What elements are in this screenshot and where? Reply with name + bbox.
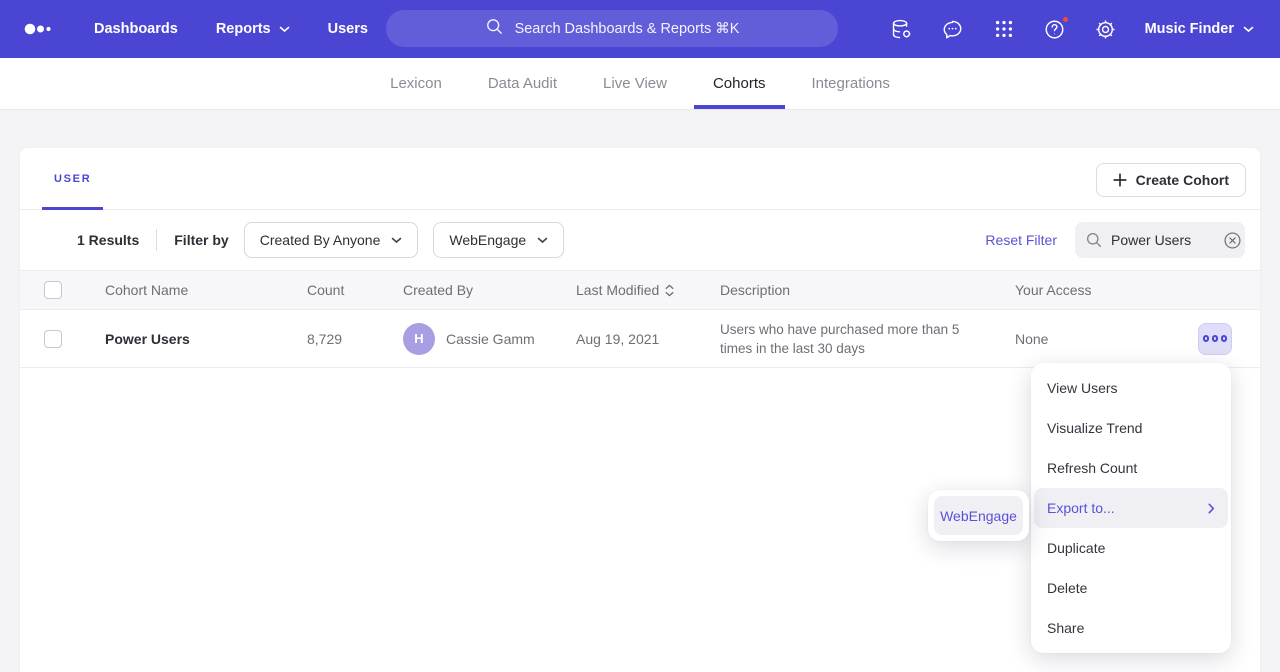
create-cohort-button[interactable]: Create Cohort xyxy=(1096,163,1246,197)
col-your-access: Your Access xyxy=(1015,282,1135,298)
apps-grid-icon[interactable] xyxy=(992,17,1016,41)
sort-icon xyxy=(665,284,674,297)
created-by-filter-dropdown[interactable]: Created By Anyone xyxy=(244,222,419,258)
settings-gear-icon[interactable] xyxy=(1094,17,1118,41)
tab-cohorts[interactable]: Cohorts xyxy=(710,58,769,109)
nav-item-reports-label: Reports xyxy=(216,21,271,37)
submenu-item-webengage[interactable]: WebEngage xyxy=(934,496,1023,535)
col-description: Description xyxy=(720,282,1015,298)
export-to-label: Export to... xyxy=(1047,500,1115,516)
chevron-down-icon xyxy=(391,237,402,244)
table-row[interactable]: Power Users 8,729 H Cassie Gamm Aug 19, … xyxy=(20,310,1260,368)
clear-search-icon[interactable] xyxy=(1223,231,1242,250)
results-count: 1 Results xyxy=(77,232,139,248)
tab-integrations[interactable]: Integrations xyxy=(809,58,893,109)
row-checkbox[interactable] xyxy=(44,330,62,348)
menu-item-view-users[interactable]: View Users xyxy=(1031,368,1231,408)
global-search-bar[interactable]: Search Dashboards & Reports ⌘K xyxy=(386,10,838,47)
create-cohort-label: Create Cohort xyxy=(1136,172,1229,188)
filter-by-label: Filter by xyxy=(174,232,228,248)
export-submenu: WebEngage xyxy=(928,490,1029,541)
chevron-down-icon xyxy=(279,21,290,37)
plus-icon xyxy=(1113,173,1127,187)
count-cell: 8,729 xyxy=(307,331,403,347)
row-actions-kebab-icon[interactable] xyxy=(1198,323,1232,355)
last-modified-cell: Aug 19, 2021 xyxy=(576,331,720,347)
table-header-row: Cohort Name Count Created By Last Modifi… xyxy=(20,270,1260,310)
menu-item-visualize-trend[interactable]: Visualize Trend xyxy=(1031,408,1231,448)
tab-user-cohorts[interactable]: USER xyxy=(42,148,103,210)
notification-badge xyxy=(1061,15,1070,24)
col-last-modified[interactable]: Last Modified xyxy=(576,282,720,298)
search-icon xyxy=(1085,231,1103,249)
nav-item-users[interactable]: Users xyxy=(328,21,368,37)
reset-filter-link[interactable]: Reset Filter xyxy=(985,232,1057,248)
tab-live-view[interactable]: Live View xyxy=(600,58,670,109)
section-tabbar: Lexicon Data Audit Live View Cohorts Int… xyxy=(0,58,1280,110)
your-access-cell: None xyxy=(1015,331,1135,347)
source-filter-value: WebEngage xyxy=(449,232,526,248)
col-cohort-name: Cohort Name xyxy=(105,282,307,298)
cohort-search-input[interactable] xyxy=(1111,232,1215,248)
tab-lexicon[interactable]: Lexicon xyxy=(387,58,445,109)
col-created-by: Created By xyxy=(403,282,576,298)
panel-header: USER Create Cohort xyxy=(20,148,1260,210)
menu-item-refresh-count[interactable]: Refresh Count xyxy=(1031,448,1231,488)
created-by-filter-value: Created By Anyone xyxy=(260,232,381,248)
chevron-down-icon xyxy=(537,237,548,244)
menu-item-duplicate[interactable]: Duplicate xyxy=(1031,528,1231,568)
creator-name: Cassie Gamm xyxy=(446,331,535,347)
divider xyxy=(156,229,157,251)
description-cell: Users who have purchased more than 5 tim… xyxy=(720,320,1015,358)
cohort-name-cell: Power Users xyxy=(105,331,307,347)
filter-bar: 1 Results Filter by Created By Anyone We… xyxy=(20,210,1260,270)
chevron-down-icon xyxy=(1243,21,1254,37)
col-last-modified-label: Last Modified xyxy=(576,282,659,298)
created-by-cell: H Cassie Gamm xyxy=(403,323,576,355)
select-all-checkbox[interactable] xyxy=(44,281,62,299)
messages-icon[interactable] xyxy=(941,17,965,41)
top-nav: Dashboards Reports Users Search Dashboar… xyxy=(0,0,1280,58)
cohort-search-box xyxy=(1075,222,1245,258)
help-icon[interactable] xyxy=(1043,17,1067,41)
menu-item-delete[interactable]: Delete xyxy=(1031,568,1231,608)
nav-item-reports[interactable]: Reports xyxy=(216,21,290,37)
nav-item-dashboards[interactable]: Dashboards xyxy=(94,21,178,37)
mixpanel-logo-icon[interactable] xyxy=(24,22,60,36)
tab-data-audit[interactable]: Data Audit xyxy=(485,58,560,109)
source-filter-dropdown[interactable]: WebEngage xyxy=(433,222,564,258)
chevron-right-icon xyxy=(1208,503,1215,514)
row-actions-menu: View Users Visualize Trend Refresh Count… xyxy=(1031,363,1231,653)
menu-item-export-to[interactable]: Export to... xyxy=(1034,488,1228,528)
data-management-icon[interactable] xyxy=(890,17,914,41)
menu-item-share[interactable]: Share xyxy=(1031,608,1231,648)
avatar: H xyxy=(403,323,435,355)
col-count: Count xyxy=(307,282,403,298)
project-name: Music Finder xyxy=(1145,21,1234,37)
project-switcher[interactable]: Music Finder xyxy=(1145,21,1254,37)
global-search-placeholder: Search Dashboards & Reports ⌘K xyxy=(515,21,740,37)
search-icon xyxy=(485,17,504,40)
